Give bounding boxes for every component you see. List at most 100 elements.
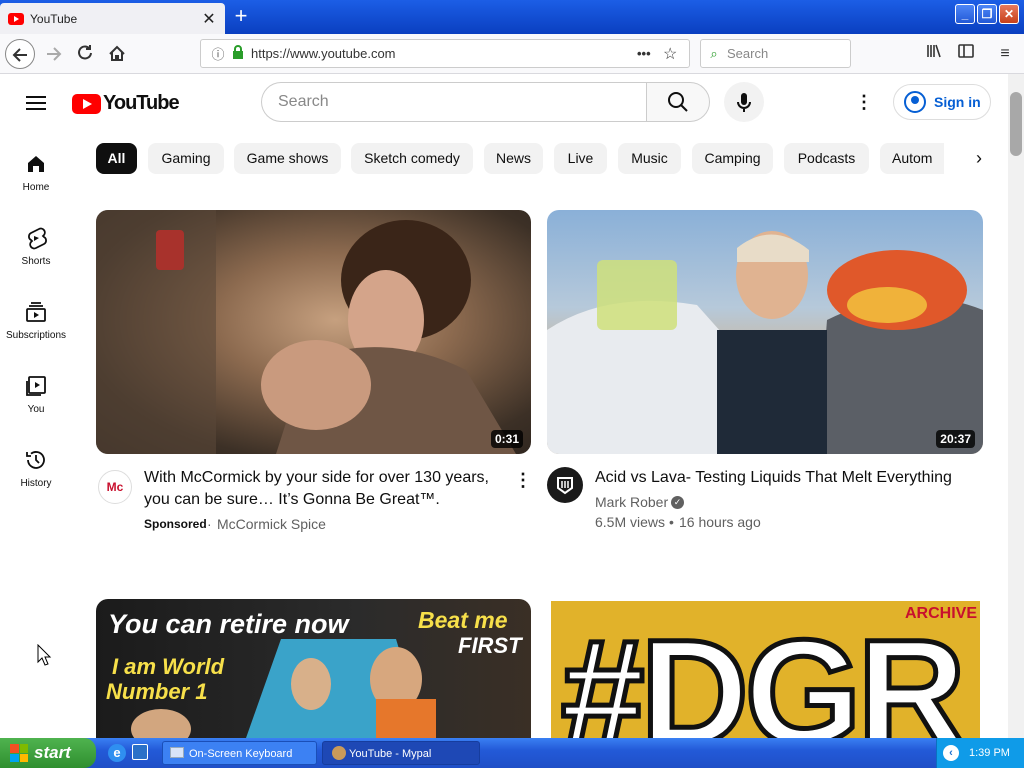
page-scrollbar[interactable] — [1008, 74, 1024, 738]
guide-item-subscriptions[interactable]: Subscriptions — [0, 300, 72, 364]
internet-explorer-icon[interactable]: e — [108, 744, 126, 762]
guide-item-shorts[interactable]: Shorts — [0, 226, 72, 290]
home-icon — [24, 152, 48, 176]
history-icon — [24, 448, 48, 472]
scrollbar-thumb[interactable] — [1010, 92, 1022, 156]
youtube-favicon-icon — [8, 12, 24, 25]
bookmark-star-icon[interactable]: ☆ — [663, 44, 689, 64]
you-icon — [24, 374, 48, 398]
chip-live[interactable]: Live — [554, 143, 607, 174]
window-close-button[interactable]: ✕ — [999, 4, 1019, 24]
mypal-browser-icon — [332, 746, 346, 760]
youtube-search-button[interactable] — [646, 82, 710, 122]
guide-item-history[interactable]: History — [0, 448, 72, 512]
microphone-icon — [737, 93, 751, 112]
channel-name[interactable]: Mark Rober — [595, 494, 668, 510]
info-icon[interactable]: ⓘ — [207, 44, 229, 63]
channel-avatar[interactable]: Mc — [98, 470, 132, 504]
sign-in-button[interactable]: Sign in — [893, 84, 991, 120]
guide-label: Home — [22, 182, 50, 193]
tab-close-button[interactable]: ✕ — [199, 9, 219, 29]
chip-autos[interactable]: Autom — [880, 143, 944, 174]
browser-search-field[interactable]: ⌕ Search — [700, 39, 851, 68]
chip-camping[interactable]: Camping — [692, 143, 773, 174]
youtube-masthead: YouTube Search ⋮ Sign in — [0, 74, 1008, 130]
sign-in-label: Sign in — [934, 94, 981, 110]
video-thumbnail[interactable]: 0:31 — [96, 210, 531, 454]
voice-search-button[interactable] — [724, 82, 764, 122]
chevron-right-icon[interactable]: › — [966, 145, 992, 171]
thumbnail-art — [547, 231, 983, 454]
chip-music[interactable]: Music — [618, 143, 681, 174]
lock-icon[interactable] — [229, 45, 247, 62]
video-title-line1[interactable]: With McCormick by your side for over 130… — [144, 467, 489, 489]
guide-label: Subscriptions — [5, 330, 67, 341]
youtube-logo-text: YouTube — [103, 92, 180, 114]
chip-gaming[interactable]: Gaming — [148, 143, 224, 174]
new-tab-button[interactable]: + — [229, 5, 253, 29]
chip-podcasts[interactable]: Podcasts — [784, 143, 869, 174]
thumbnail-caption: Beat me — [418, 607, 508, 633]
settings-more-icon[interactable]: ⋮ — [852, 90, 876, 114]
guide-item-home[interactable]: Home — [0, 152, 72, 216]
video-menu-icon[interactable]: ⋮ — [513, 470, 533, 490]
home-icon — [109, 45, 125, 61]
forward-arrow-icon — [47, 47, 62, 61]
mark-rober-logo-icon — [557, 477, 573, 495]
thumbnail-caption: I am World — [112, 654, 225, 679]
forward-button[interactable] — [38, 39, 68, 69]
sponsored-label: Sponsored — [144, 517, 207, 531]
chip-game-shows[interactable]: Game shows — [234, 143, 341, 174]
guide-item-you[interactable]: You — [0, 374, 72, 438]
taskbar — [0, 738, 1024, 768]
home-button[interactable] — [102, 39, 132, 69]
page-actions-icon[interactable]: ••• — [637, 46, 663, 61]
guide-menu-icon[interactable] — [24, 92, 48, 112]
back-button[interactable] — [5, 39, 35, 69]
video-thumbnail[interactable]: ARCHIVE #DGR — [551, 601, 980, 738]
video-duration: 0:31 — [490, 430, 523, 448]
url-text[interactable]: https://www.youtube.com — [247, 46, 637, 61]
chip-all[interactable]: All — [96, 143, 137, 174]
menu-icon[interactable]: ≡ — [993, 42, 1017, 66]
sidebar-toggle-icon[interactable] — [954, 42, 978, 66]
library-icon[interactable] — [922, 42, 946, 66]
tray-expand-icon[interactable]: ‹ — [943, 745, 959, 761]
search-icon — [668, 92, 688, 112]
minimize-button[interactable]: _ — [955, 4, 975, 24]
thumbnail-caption: You can retire now — [108, 609, 349, 639]
system-tray: ‹ 1:39 PM — [936, 738, 1024, 768]
windows-flag-icon — [10, 744, 28, 762]
start-button[interactable]: start — [0, 738, 96, 768]
reload-button[interactable] — [70, 39, 100, 69]
taskbar-item-keyboard[interactable]: On-Screen Keyboard — [162, 741, 317, 765]
thumbnail-caption: Number 1 — [106, 679, 208, 704]
youtube-logo[interactable]: YouTube — [72, 92, 180, 115]
meta-separator: • — [669, 514, 674, 530]
youtube-search-input[interactable]: Search — [261, 82, 647, 122]
reload-icon — [78, 45, 92, 60]
address-bar[interactable]: ⓘ https://www.youtube.com ••• ☆ — [200, 39, 690, 68]
view-count: 6.5M views — [595, 514, 666, 530]
quicklaunch-icon[interactable] — [132, 744, 148, 760]
clock: 1:39 PM — [969, 747, 1010, 759]
video-title[interactable]: Acid vs Lava- Testing Liquids That Melt … — [595, 467, 952, 489]
guide-label: History — [20, 478, 52, 489]
restore-button[interactable]: ❐ — [977, 4, 997, 24]
video-thumbnail[interactable]: You can retire now I am World Number 1 B… — [96, 599, 531, 738]
video-title-line2[interactable]: you can be sure… It’s Gonna Be Great™. — [144, 489, 440, 511]
back-arrow-icon — [12, 48, 27, 62]
keyboard-icon — [170, 747, 184, 758]
meta-separator: · — [207, 516, 212, 532]
chip-news[interactable]: News — [484, 143, 543, 174]
chip-sketch-comedy[interactable]: Sketch comedy — [351, 143, 473, 174]
channel-name[interactable]: McCormick Spice — [217, 516, 326, 532]
mouse-cursor-icon — [37, 644, 52, 666]
channel-avatar[interactable] — [547, 467, 583, 503]
shorts-icon — [24, 226, 48, 250]
browser-search-placeholder: Search — [727, 46, 769, 61]
thumbnail-caption: FIRST — [458, 633, 522, 658]
tab-youtube[interactable]: YouTube ✕ — [0, 3, 225, 34]
youtube-play-icon — [72, 93, 101, 114]
video-thumbnail[interactable]: 20:37 — [547, 210, 983, 454]
